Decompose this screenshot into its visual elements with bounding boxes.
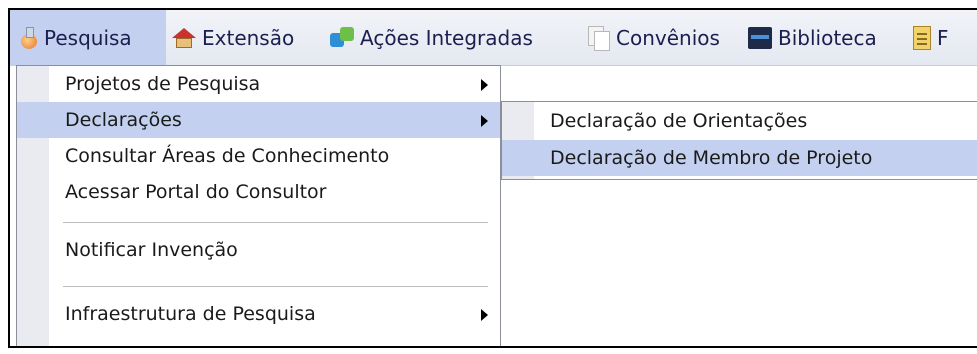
submenu-item-label: Declaração de Membro de Projeto	[550, 147, 873, 169]
menu-separator	[63, 222, 488, 224]
menu-item-label: Consultar Áreas de Conhecimento	[65, 145, 390, 167]
submenu-item-declaracao-orientacoes[interactable]: Declaração de Orientações	[502, 103, 977, 139]
submenu-item-declaracao-membro[interactable]: Declaração de Membro de Projeto	[502, 140, 977, 176]
documents-icon	[588, 25, 610, 51]
menu-pesquisa[interactable]: Pesquisa	[10, 10, 166, 65]
house-icon	[172, 27, 196, 48]
menu-convenios-label: Convênios	[616, 25, 720, 50]
submenu-arrow-icon	[481, 309, 488, 321]
menu-pesquisa-label: Pesquisa	[44, 25, 132, 50]
note-icon	[913, 25, 931, 50]
menu-extensao-label: Extensão	[202, 25, 295, 50]
submenu-item-label: Declaração de Orientações	[550, 110, 808, 132]
menu-item-label: Projetos de Pesquisa	[65, 73, 261, 95]
menu-biblioteca-label: Biblioteca	[778, 25, 877, 50]
menu-item-label: Declarações	[65, 109, 182, 131]
menu-item-acessar-portal[interactable]: Acessar Portal do Consultor	[17, 174, 500, 210]
menu-item-projetos-de-pesquisa[interactable]: Projetos de Pesquisa	[17, 66, 500, 102]
submenu-arrow-icon	[481, 79, 488, 91]
book-icon	[748, 26, 772, 49]
menu-item-label: Infraestrutura de Pesquisa	[65, 303, 316, 325]
top-menubar: Pesquisa Extensão Ações Integradas Convê…	[10, 10, 977, 66]
pesquisa-dropdown: Projetos de Pesquisa Declarações Consult…	[16, 65, 501, 346]
menu-item-label: Acessar Portal do Consultor	[65, 181, 327, 203]
menu-f[interactable]: F	[913, 10, 949, 65]
menu-acoes-integradas[interactable]: Ações Integradas	[330, 10, 533, 65]
menu-item-label: Notificar Invenção	[65, 239, 238, 261]
puzzle-icon	[330, 26, 354, 49]
menu-item-consultar-areas[interactable]: Consultar Áreas de Conhecimento	[17, 138, 500, 174]
menu-separator	[63, 286, 488, 288]
menu-acoes-integradas-label: Ações Integradas	[360, 25, 533, 50]
menu-item-infraestrutura[interactable]: Infraestrutura de Pesquisa	[17, 296, 500, 332]
menu-f-label: F	[937, 25, 949, 50]
window-frame: Pesquisa Extensão Ações Integradas Convê…	[8, 8, 977, 348]
menu-item-declaracoes[interactable]: Declarações	[17, 102, 500, 138]
menu-biblioteca[interactable]: Biblioteca	[748, 10, 877, 65]
menu-extensao[interactable]: Extensão	[172, 10, 294, 65]
menu-convenios[interactable]: Convênios	[588, 10, 720, 65]
flask-icon	[20, 26, 38, 49]
declaracoes-submenu: Declaração de Orientações Declaração de …	[501, 101, 977, 180]
menu-item-notificar-invencao[interactable]: Notificar Invenção	[17, 232, 500, 268]
submenu-arrow-icon	[481, 115, 488, 127]
